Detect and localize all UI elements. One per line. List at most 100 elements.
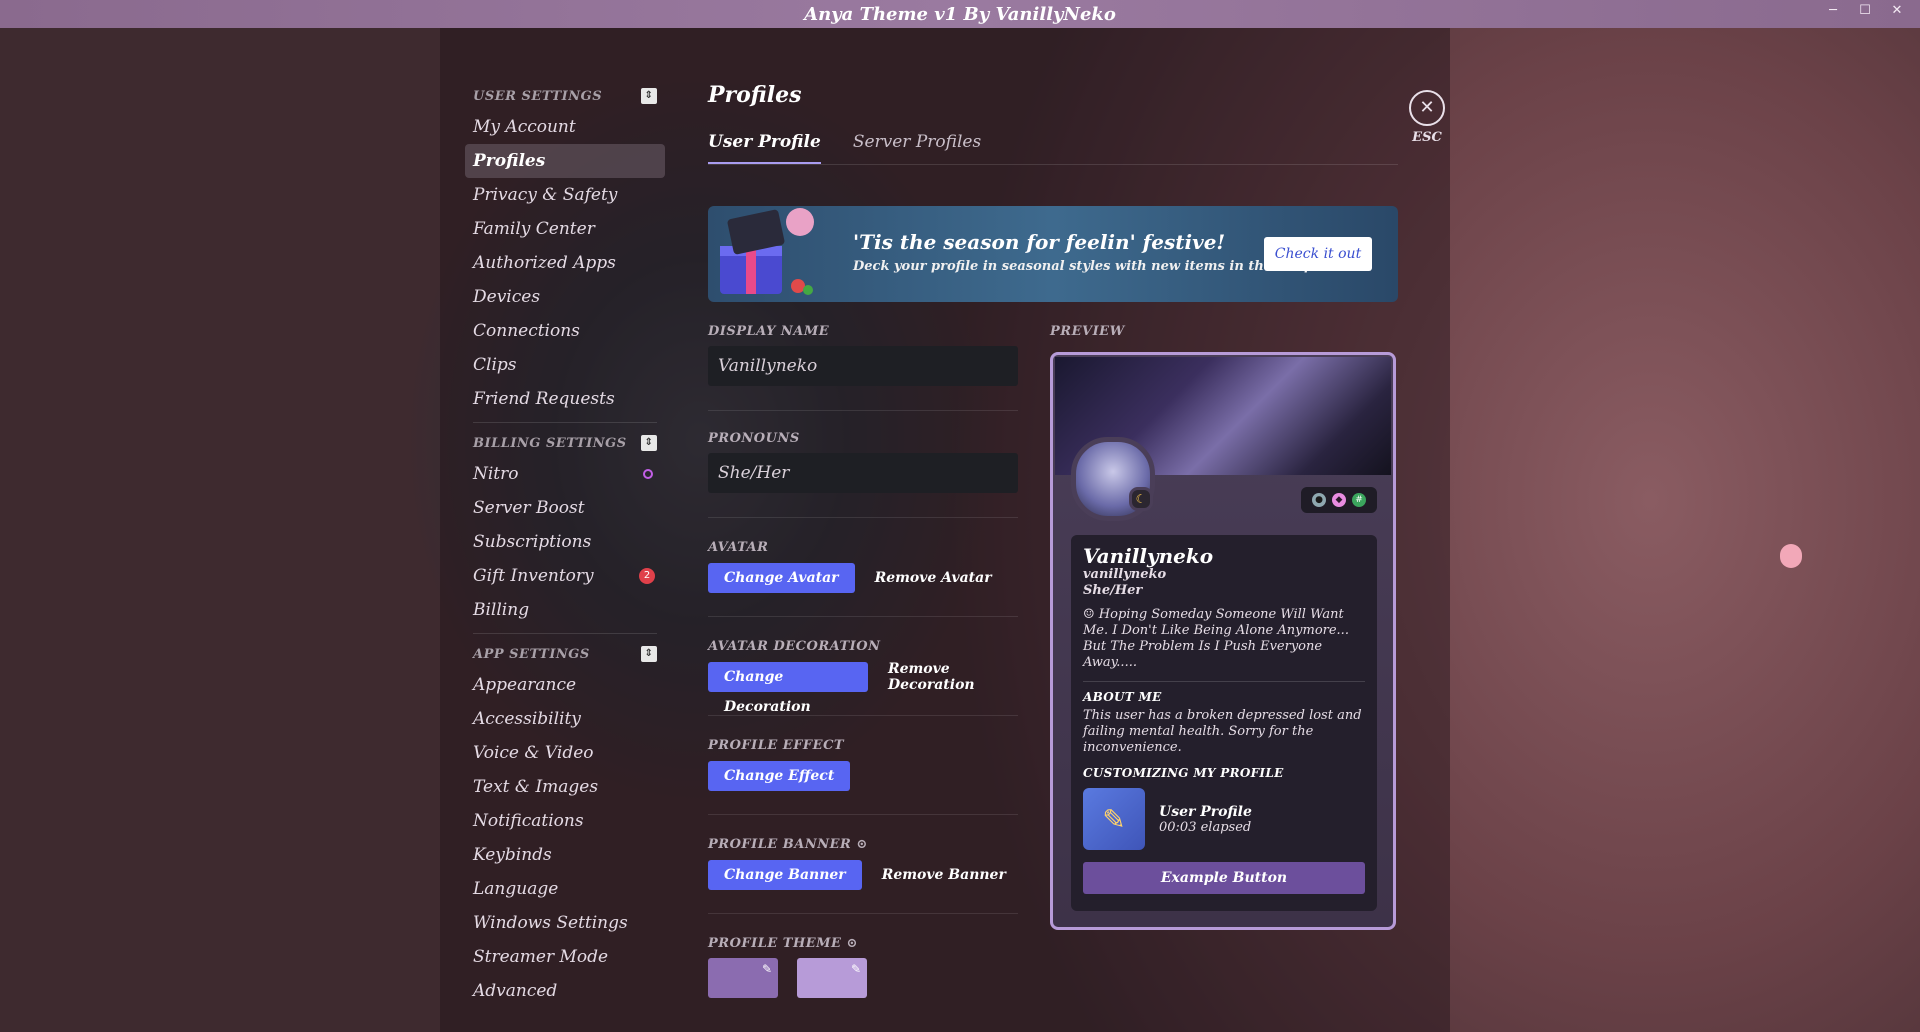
profile-custom-status: ☺ Hoping Someday Someone Will Want Me. I… bbox=[1083, 607, 1365, 671]
sidebar-item-authorized-apps[interactable]: Authorized Apps bbox=[465, 246, 665, 280]
divider bbox=[473, 633, 657, 634]
settings-content: Profiles User Profile Server Profiles 'T… bbox=[708, 82, 1398, 998]
nitro-icon bbox=[643, 469, 653, 479]
divider bbox=[1083, 681, 1365, 682]
sidebar-item-gift-inventory[interactable]: Gift Inventory 2 bbox=[465, 559, 665, 593]
close-icon[interactable]: ✕ bbox=[1409, 90, 1445, 126]
close-window-icon[interactable]: ✕ bbox=[1888, 2, 1906, 20]
section-title: USER SETTINGS bbox=[473, 88, 603, 104]
tab-server-profiles[interactable]: Server Profiles bbox=[853, 122, 981, 164]
sidebar-item-server-boost[interactable]: Server Boost bbox=[465, 491, 665, 525]
sidebar-item-text-images[interactable]: Text & Images bbox=[465, 770, 665, 804]
sidebar-item-subscriptions[interactable]: Subscriptions bbox=[465, 525, 665, 559]
accent-color-swatch[interactable]: ✎ bbox=[797, 958, 868, 998]
section-header-user-settings: USER SETTINGS ⇕ bbox=[465, 82, 665, 110]
profile-theme-label: PROFILE THEME ⊙ bbox=[708, 936, 1018, 958]
preview-label: PREVIEW bbox=[1050, 324, 1125, 339]
sidebar-item-family-center[interactable]: Family Center bbox=[465, 212, 665, 246]
sidebar-item-advanced[interactable]: Advanced bbox=[465, 974, 665, 1008]
sidebar-item-friend-requests[interactable]: Friend Requests bbox=[465, 382, 665, 416]
profile-tabs: User Profile Server Profiles bbox=[708, 122, 1398, 165]
section-header-billing-settings: BILLING SETTINGS ⇕ bbox=[465, 429, 665, 457]
nitro-icon: ⊙ bbox=[856, 837, 868, 852]
profile-pronouns: She/Her bbox=[1083, 583, 1143, 598]
sidebar-item-voice-video[interactable]: Voice & Video bbox=[465, 736, 665, 770]
section-title: BILLING SETTINGS bbox=[473, 435, 627, 451]
sidebar-item-nitro[interactable]: Nitro bbox=[465, 457, 665, 491]
display-name-label: DISPLAY NAME bbox=[708, 324, 830, 339]
collapse-icon[interactable]: ⇕ bbox=[641, 88, 657, 104]
remove-decoration-button[interactable]: Remove Decoration bbox=[888, 661, 1018, 693]
pencil-icon: ✎ bbox=[761, 962, 772, 976]
sidebar-item-appearance[interactable]: Appearance bbox=[465, 668, 665, 702]
example-button[interactable]: Example Button bbox=[1083, 862, 1365, 894]
window-controls: ─ ☐ ✕ bbox=[1824, 2, 1906, 20]
profile-display-name: Vanillyneko bbox=[1083, 544, 1214, 568]
sidebar-item-streamer-mode[interactable]: Streamer Mode bbox=[465, 940, 665, 974]
profile-banner-label-text: PROFILE BANNER bbox=[708, 837, 852, 852]
sidebar-item-label: Gift Inventory bbox=[473, 566, 594, 586]
section-header-app-settings: APP SETTINGS ⇕ bbox=[465, 640, 665, 668]
custom-status-text: Hoping Someday Someone Will Want Me. I D… bbox=[1083, 607, 1349, 670]
collapse-icon[interactable]: ⇕ bbox=[641, 435, 657, 451]
profile-preview-card: ☾ ● ◆ # Vanillyneko vanillyneko She/Her … bbox=[1050, 352, 1396, 930]
pencil-activity-icon: ✎ bbox=[1083, 788, 1145, 850]
settings-sidebar: USER SETTINGS ⇕ My Account Profiles Priv… bbox=[465, 82, 665, 1008]
idle-status-icon: ☾ bbox=[1129, 487, 1153, 511]
tab-user-profile[interactable]: User Profile bbox=[708, 122, 821, 164]
about-me-text: This user has a broken depressed lost an… bbox=[1083, 708, 1362, 755]
sidebar-item-language[interactable]: Language bbox=[465, 872, 665, 906]
display-name-input[interactable]: Vanillyneko bbox=[708, 346, 1018, 386]
change-decoration-button[interactable]: Change Decoration bbox=[708, 662, 868, 715]
nitro-gem-icon[interactable]: ◆ bbox=[1332, 493, 1346, 507]
customizing-heading: CUSTOMIZING MY PROFILE bbox=[1083, 766, 1284, 780]
change-avatar-button[interactable]: Change Avatar bbox=[708, 563, 855, 593]
profile-theme-label-text: PROFILE THEME bbox=[708, 936, 842, 951]
sidebar-item-billing[interactable]: Billing bbox=[465, 593, 665, 627]
sidebar-item-profiles[interactable]: Profiles bbox=[465, 144, 665, 178]
change-banner-button[interactable]: Change Banner bbox=[708, 860, 862, 890]
nitro-icon: ⊙ bbox=[846, 936, 858, 951]
divider bbox=[473, 422, 657, 423]
promo-subtext: Deck your profile in seasonal styles wit… bbox=[853, 259, 1318, 274]
profile-form: DISPLAY NAME Vanillyneko PRONOUNS She/He… bbox=[708, 324, 1018, 1002]
effect-actions: Change Effect bbox=[708, 760, 1018, 792]
sidebar-item-accessibility[interactable]: Accessibility bbox=[465, 702, 665, 736]
remove-banner-button[interactable]: Remove Banner bbox=[882, 867, 1006, 883]
close-settings[interactable]: ✕ ESC bbox=[1409, 90, 1445, 145]
sidebar-item-privacy-safety[interactable]: Privacy & Safety bbox=[465, 178, 665, 212]
sidebar-item-notifications[interactable]: Notifications bbox=[465, 804, 665, 838]
avatar-actions: Change Avatar Remove Avatar bbox=[708, 562, 1018, 594]
remove-avatar-button[interactable]: Remove Avatar bbox=[875, 570, 992, 586]
primary-color-swatch[interactable]: ✎ bbox=[708, 958, 778, 998]
sidebar-item-windows-settings[interactable]: Windows Settings bbox=[465, 906, 665, 940]
maximize-icon[interactable]: ☐ bbox=[1856, 2, 1874, 20]
profile-banner-label: PROFILE BANNER ⊙ bbox=[708, 837, 1018, 859]
activity-card: ✎ User Profile 00:03 elapsed bbox=[1083, 788, 1365, 850]
check-it-out-button[interactable]: Check it out bbox=[1264, 237, 1372, 271]
pronouns-input[interactable]: She/Her bbox=[708, 453, 1018, 493]
emoji-icon: ☺ bbox=[1083, 607, 1095, 622]
hashtag-badge-icon[interactable]: # bbox=[1352, 493, 1366, 507]
sidebar-item-devices[interactable]: Devices bbox=[465, 280, 665, 314]
promo-headline: 'Tis the season for feelin' festive! bbox=[853, 230, 1226, 254]
change-effect-button[interactable]: Change Effect bbox=[708, 761, 851, 791]
sidebar-item-clips[interactable]: Clips bbox=[465, 348, 665, 382]
theme-swatches: ✎ ✎ bbox=[708, 958, 1018, 1002]
sidebar-item-keybinds[interactable]: Keybinds bbox=[465, 838, 665, 872]
sidebar-item-connections[interactable]: Connections bbox=[465, 314, 665, 348]
activity-elapsed: 00:03 elapsed bbox=[1159, 819, 1252, 835]
shop-promo-banner: 'Tis the season for feelin' festive! Dec… bbox=[708, 206, 1398, 302]
notification-badge: 2 bbox=[639, 568, 655, 584]
pronouns-label: PRONOUNS bbox=[708, 431, 800, 446]
profile-effect-label: PROFILE EFFECT bbox=[708, 738, 845, 753]
about-me-heading: ABOUT ME bbox=[1083, 690, 1162, 704]
badge-icon[interactable]: ● bbox=[1312, 493, 1326, 507]
minimize-icon[interactable]: ─ bbox=[1824, 2, 1842, 20]
sidebar-item-my-account[interactable]: My Account bbox=[465, 110, 665, 144]
page-title: Profiles bbox=[708, 82, 802, 108]
activity-title: User Profile bbox=[1159, 803, 1252, 820]
collapse-icon[interactable]: ⇕ bbox=[641, 646, 657, 662]
title-bar: Anya Theme v1 By VanillyNeko ─ ☐ ✕ bbox=[0, 0, 1920, 28]
avatar-decoration-label: AVATAR DECORATION bbox=[708, 639, 881, 654]
